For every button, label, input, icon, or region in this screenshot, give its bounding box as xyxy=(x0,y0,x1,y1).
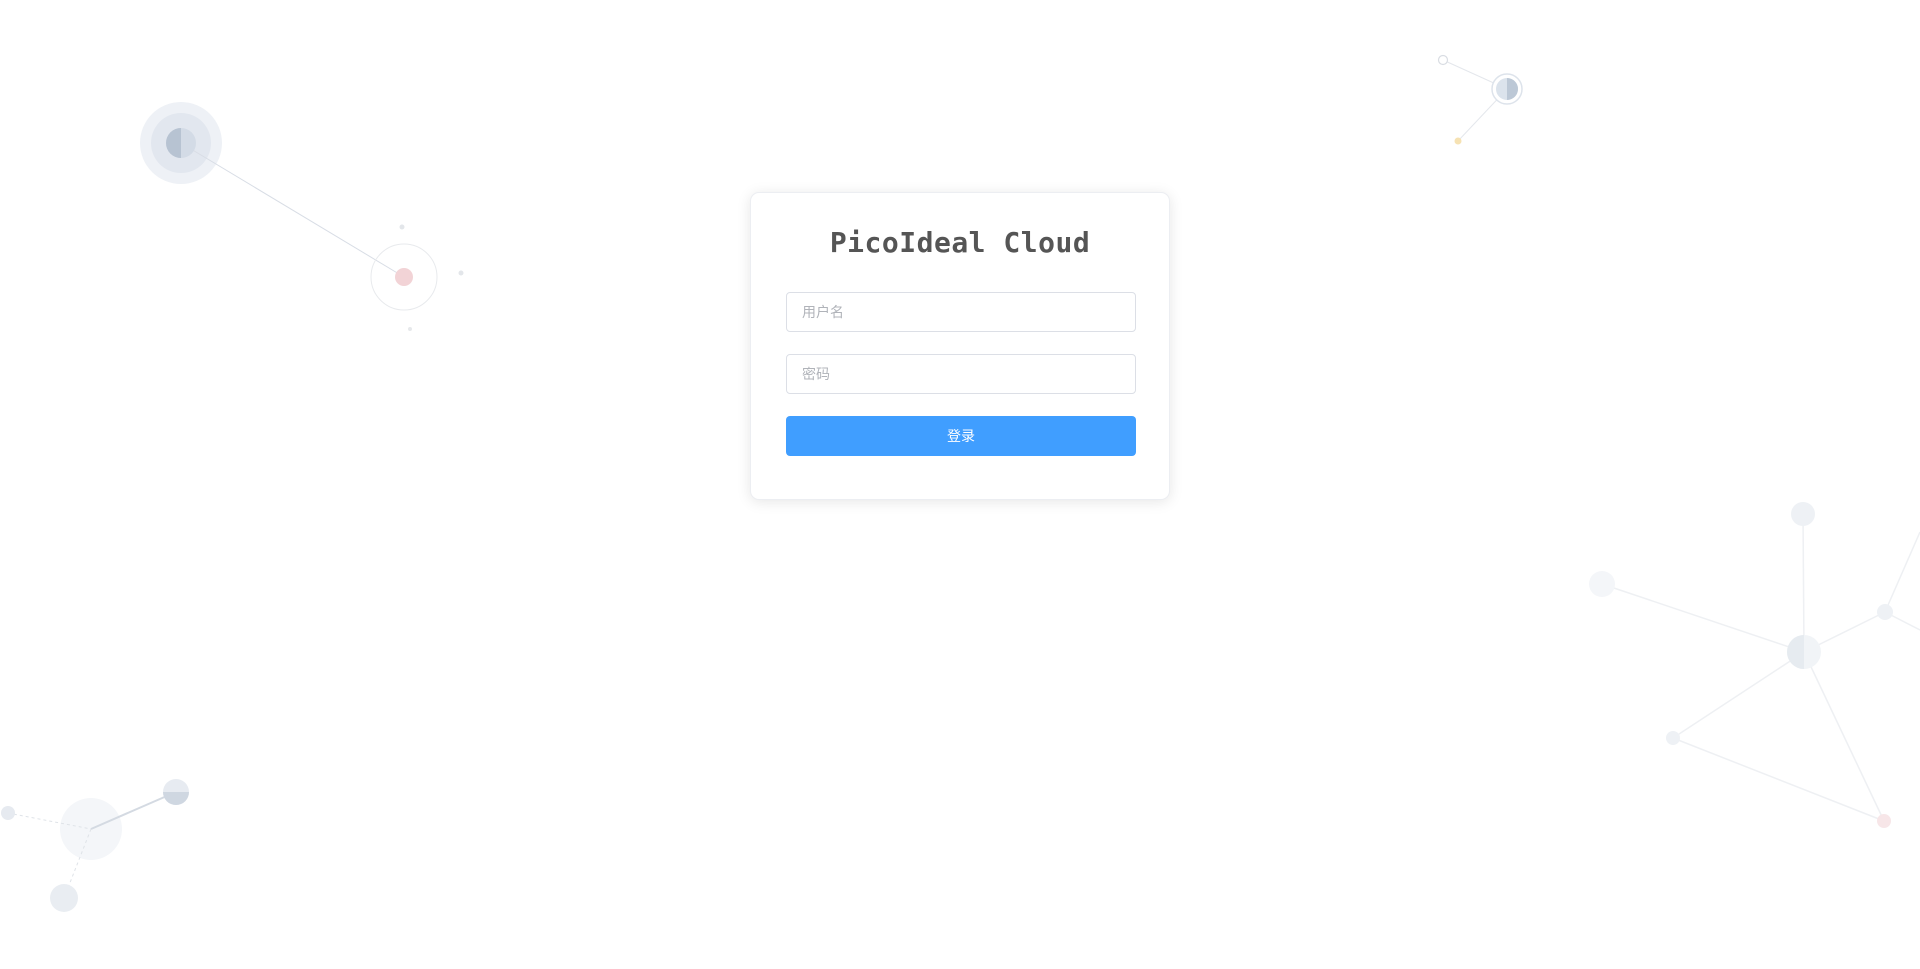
molecule-top-right xyxy=(1437,54,1523,145)
molecule-bottom-right xyxy=(1589,502,1920,828)
username-field xyxy=(786,292,1136,332)
login-card: PicoIdeal Cloud 登录 xyxy=(750,192,1170,500)
molecule-top-left xyxy=(140,102,464,331)
app-title: PicoIdeal Cloud xyxy=(829,226,1091,259)
molecule-bottom-left xyxy=(1,779,189,912)
login-button[interactable]: 登录 xyxy=(786,416,1136,456)
username-input[interactable] xyxy=(786,292,1136,332)
login-page: PicoIdeal Cloud 登录 xyxy=(0,0,1920,969)
password-field xyxy=(786,354,1136,394)
password-input[interactable] xyxy=(786,354,1136,394)
